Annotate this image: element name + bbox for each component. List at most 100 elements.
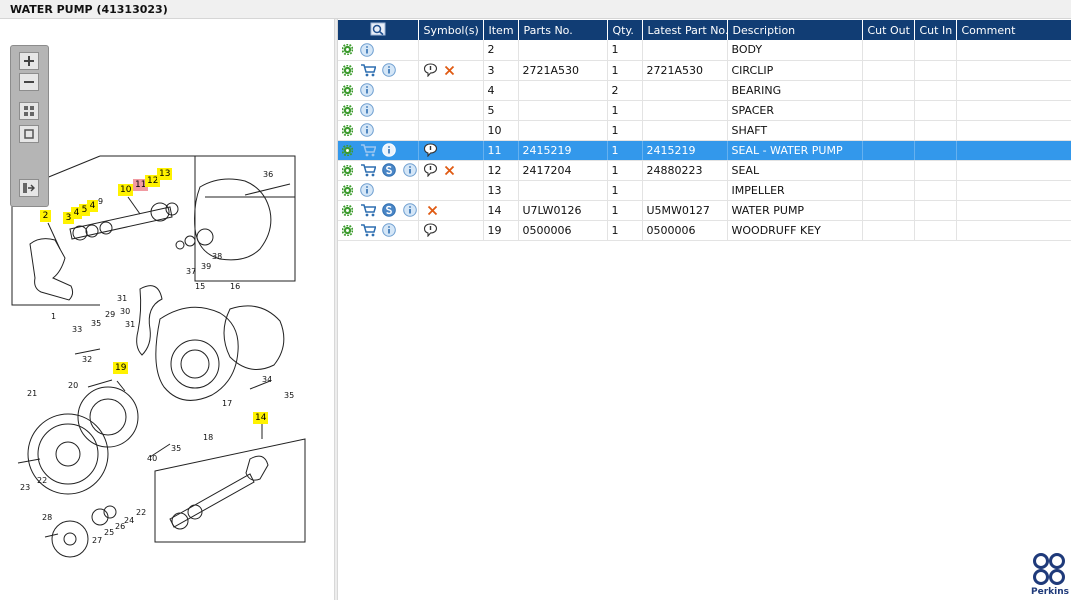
parts-no-cell: 2417204 [518, 160, 608, 181]
column-header-symbols[interactable]: Symbol(s) [418, 20, 484, 40]
label-20: 20 [68, 381, 79, 390]
table-row[interactable]: 19 0500006 1 0500006 WOODRUFF KEY [338, 220, 1071, 241]
column-header-cut-out[interactable]: Cut Out [862, 20, 915, 40]
callout-19[interactable]: 19 [113, 362, 129, 374]
column-header-comment[interactable]: Comment [956, 20, 1071, 40]
gear-icon[interactable] [342, 204, 353, 216]
comment-bubble-icon[interactable] [423, 63, 438, 77]
row-actions-cell [338, 140, 419, 161]
info-icon[interactable] [382, 223, 396, 237]
table-row[interactable]: 12 2417204 1 24880223 SEAL [338, 160, 1071, 181]
gear-icon[interactable] [342, 84, 353, 96]
gear-icon[interactable] [342, 124, 353, 136]
symbols-cell [418, 180, 484, 201]
actual-size-icon [24, 129, 34, 139]
table-row[interactable]: 3 2721A530 1 2721A530 CIRCLIP [338, 60, 1071, 81]
column-header-qty[interactable]: Qty. [607, 20, 643, 40]
info-icon[interactable] [382, 63, 396, 77]
info-icon[interactable] [359, 183, 374, 197]
label-34: 34 [262, 375, 273, 384]
cart-icon[interactable] [360, 163, 376, 177]
info-icon[interactable] [402, 163, 417, 177]
info-icon[interactable] [359, 42, 374, 57]
item-cell: 2 [483, 40, 519, 61]
cut-in-cell [914, 80, 957, 101]
table-row[interactable]: 4 2 BEARING [338, 80, 1071, 101]
label-9: 9 [98, 197, 104, 206]
parts-no-cell: 2721A530 [518, 60, 608, 81]
gear-icon[interactable] [342, 44, 353, 56]
comment-bubble-icon[interactable] [423, 223, 438, 237]
label-29: 29 [105, 310, 116, 319]
latest-part-cell: 2721A530 [642, 60, 728, 81]
label-36: 36 [263, 170, 274, 179]
symbols-cell [418, 160, 484, 181]
callout-2[interactable]: 2 [40, 210, 51, 222]
qty-cell: 1 [607, 220, 643, 241]
qty-cell: 2 [607, 80, 643, 101]
column-header-description[interactable]: Description [727, 20, 863, 40]
info-icon[interactable] [359, 123, 374, 137]
cut-out-cell [862, 60, 915, 81]
cart-icon[interactable] [360, 203, 376, 217]
cross-icon[interactable] [444, 65, 455, 76]
column-header-search[interactable] [338, 20, 419, 40]
info-icon[interactable] [359, 103, 374, 117]
zoom-in-button[interactable] [19, 52, 39, 70]
comment-cell [956, 180, 1071, 201]
actual-size-button[interactable] [19, 125, 39, 143]
gear-icon[interactable] [342, 224, 353, 236]
gear-icon[interactable] [342, 104, 353, 116]
table-row[interactable]: 5 1 SPACER [338, 100, 1071, 121]
cross-icon[interactable] [444, 165, 455, 176]
cart-icon[interactable] [360, 143, 376, 157]
column-header-latest-part-no[interactable]: Latest Part No. [642, 20, 728, 40]
comment-bubble-icon[interactable] [423, 143, 438, 157]
gear-icon[interactable] [342, 164, 353, 176]
sync-table-button[interactable] [19, 179, 39, 197]
info-icon[interactable] [359, 83, 374, 97]
label-38: 38 [212, 252, 223, 261]
label-16: 16 [230, 282, 241, 291]
fit-all-button[interactable] [19, 102, 39, 120]
table-row[interactable]: 2 1 BODY [338, 40, 1071, 61]
comment-bubble-icon[interactable] [423, 163, 438, 177]
cut-in-cell [914, 40, 957, 61]
row-actions-cell [338, 120, 419, 141]
cart-icon[interactable] [360, 223, 376, 237]
cart-icon[interactable] [360, 63, 376, 77]
column-header-parts-no[interactable]: Parts No. [518, 20, 608, 40]
column-header-item[interactable]: Item [483, 20, 519, 40]
label-40: 40 [147, 454, 158, 463]
label-30: 30 [120, 307, 131, 316]
symbols-cell [418, 120, 484, 141]
description-cell: BODY [727, 40, 863, 61]
supersession-s-icon[interactable] [382, 163, 396, 177]
gear-icon[interactable] [342, 64, 353, 76]
table-row[interactable]: 10 1 SHAFT [338, 120, 1071, 141]
description-cell: WATER PUMP [727, 200, 863, 221]
description-cell: SPACER [727, 100, 863, 121]
callout-14[interactable]: 14 [253, 412, 269, 424]
callout-4b[interactable]: 4 [87, 200, 98, 212]
gear-icon[interactable] [342, 144, 353, 156]
supersession-s-icon[interactable] [382, 203, 396, 217]
table-row[interactable]: 13 1 IMPELLER [338, 180, 1071, 201]
exploded-diagram-pane[interactable]: 2 3 4 5 4 9 10 11 12 13 19 14 36 37 39 3… [0, 19, 334, 600]
description-cell: SHAFT [727, 120, 863, 141]
cross-icon[interactable] [427, 205, 438, 216]
info-icon[interactable] [382, 143, 396, 157]
gear-icon[interactable] [342, 184, 353, 196]
info-icon[interactable] [402, 203, 417, 217]
zoom-out-button[interactable] [19, 73, 39, 91]
symbols-cell [418, 80, 484, 101]
label-22: 22 [37, 476, 48, 485]
callout-10[interactable]: 10 [118, 184, 134, 196]
table-row-selected[interactable]: 11 2415219 1 2415219 SEAL - WATER PUMP [338, 140, 1071, 161]
label-31: 31 [117, 294, 128, 303]
description-cell: BEARING [727, 80, 863, 101]
table-row[interactable]: 14 U7LW0126 1 U5MW0127 WATER PUMP [338, 200, 1071, 221]
label-32: 32 [82, 355, 93, 364]
column-header-cut-in[interactable]: Cut In [914, 20, 957, 40]
callout-13[interactable]: 13 [157, 168, 173, 180]
